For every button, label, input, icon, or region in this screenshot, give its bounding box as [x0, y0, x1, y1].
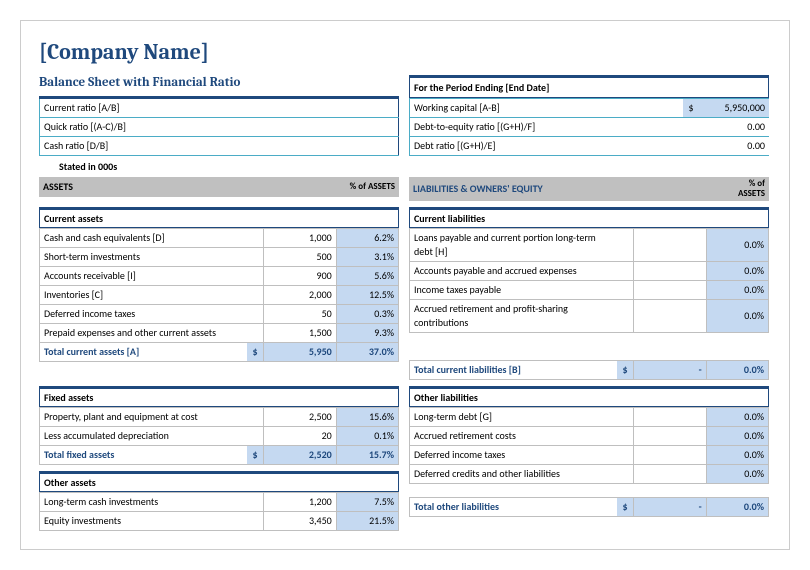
current-assets-table: Cash and cash equivalents [D]1,0006.2% S…: [39, 228, 399, 362]
other-assets-table: Long-term cash investments1,2007.5% Equi…: [39, 492, 399, 531]
fixed-assets-table: Property, plant and equipment at cost2,5…: [39, 407, 399, 465]
total-current-liab-label: Total current liabilities [B]: [410, 361, 618, 380]
row-label: Cash and cash equivalents [D]: [40, 229, 248, 248]
current-liab-table: Loans payable and current portion long-t…: [409, 228, 769, 380]
ratios-right-box: Working capital [A-B] $ 5,950,000 Debt-t…: [409, 98, 769, 156]
assets-heading: ASSETS: [39, 177, 339, 197]
ratio-quick: Quick ratio [(A-C)/B]: [40, 118, 329, 137]
debt-ratio-value: 0.00: [699, 137, 769, 156]
row-pct: 6.2%: [336, 229, 398, 248]
other-liab-table: Long-term debt [G]0.0% Accrued retiremen…: [409, 407, 769, 517]
company-name: [Company Name]: [39, 39, 771, 65]
doc-subtitle: Balance Sheet with Financial Ratio: [39, 75, 399, 90]
working-capital-value: 5,950,000: [699, 99, 769, 118]
current-liab-heading: Current liabilities: [409, 207, 769, 228]
pct-assets-heading: % of ASSETS: [339, 177, 399, 197]
ratios-left-box: Current ratio [A/B] Quick ratio [(A-C)/B…: [39, 96, 399, 156]
total-fixed-assets-label: Total fixed assets: [40, 446, 248, 465]
pct-assets-heading-r: % ofASSETS: [709, 177, 769, 201]
liab-heading: LIABILITIES & OWNERS' EQUITY: [409, 177, 709, 201]
assets-header: ASSETS% of ASSETS: [39, 177, 399, 197]
fixed-assets-heading: Fixed assets: [39, 386, 399, 407]
row-value: 1,000: [264, 229, 337, 248]
balance-sheet-page: [Company Name] Balance Sheet with Financ…: [20, 20, 790, 550]
total-other-liab-label: Total other liabilities: [410, 498, 618, 517]
ratio-cash: Cash ratio [D/B]: [40, 137, 329, 156]
other-assets-heading: Other assets: [39, 471, 399, 492]
current-assets-heading: Current assets: [39, 207, 399, 228]
total-current-assets-label: Total current assets [A]: [40, 343, 248, 362]
debt-equity-label: Debt-to-equity ratio [(G+H)/F]: [410, 118, 684, 137]
currency-symbol: $: [683, 99, 699, 118]
debt-ratio-label: Debt ratio [(G+H)/E]: [410, 137, 684, 156]
ratio-current: Current ratio [A/B]: [40, 98, 329, 118]
working-capital-label: Working capital [A-B]: [410, 99, 684, 118]
total-current-liab-value: -: [634, 361, 707, 380]
period-ending: For the Period Ending [End Date]: [409, 75, 769, 98]
liab-header: LIABILITIES & OWNERS' EQUITY % ofASSETS: [409, 177, 769, 201]
stated-in: Stated in 000s: [39, 156, 399, 177]
debt-equity-value: 0.00: [699, 118, 769, 137]
other-liab-heading: Other liabilities: [409, 386, 769, 407]
total-current-assets-value: 5,950: [264, 343, 337, 362]
